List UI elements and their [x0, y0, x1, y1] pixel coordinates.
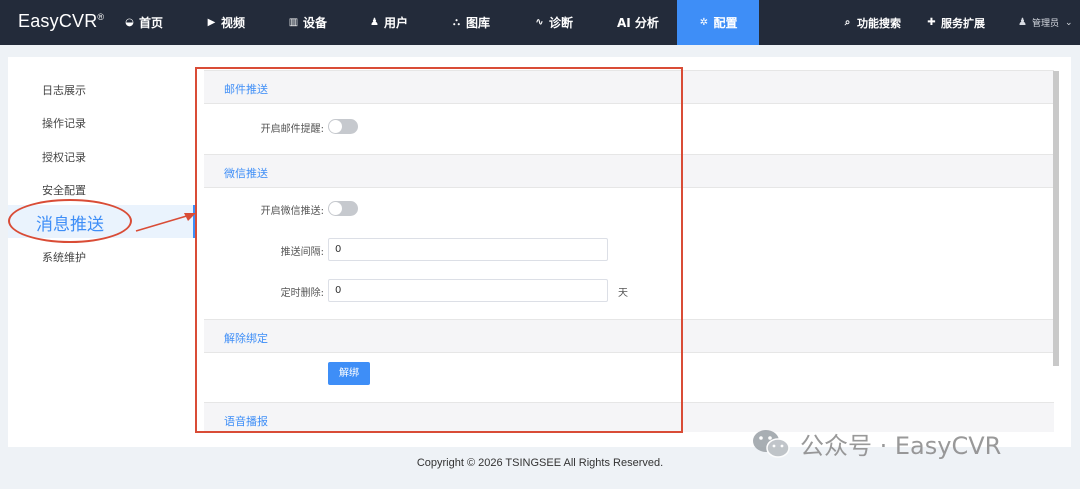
dashboard-icon: ◒ — [125, 17, 134, 28]
nav-label: 服务扩展 — [941, 16, 985, 30]
nav-label: 功能搜索 — [857, 16, 901, 30]
nav-item-device[interactable]: ▥ 设备 — [288, 0, 327, 45]
user-icon: ♟ — [1018, 17, 1027, 28]
gear-icon: ✲ — [699, 17, 709, 28]
nav-label: 配置 — [713, 16, 738, 30]
brand-mark: ® — [97, 12, 105, 22]
annotation-arrow — [135, 213, 196, 232]
feature-search-button[interactable]: ⌕ 功能搜索 — [842, 0, 901, 45]
watermark-text: 公众号 · EasyCVR — [800, 432, 1002, 460]
nav-item-ai[interactable]: AI 分析 — [617, 0, 659, 45]
play-icon: ▶ — [207, 17, 216, 28]
wechat-watermark: 公众号 · EasyCVR — [752, 426, 1001, 461]
puzzle-icon: ✚ — [927, 17, 936, 28]
nav-item-video[interactable]: ▶ 视频 — [206, 0, 245, 45]
annotation-ellipse — [8, 199, 132, 243]
nav-label: 首页 — [139, 16, 164, 30]
nav-label: 视频 — [221, 16, 246, 30]
top-navbar: EasyCVR® ◒ 首页 ▶ 视频 ▥ 设备 ♟ 用户 ⛬ 图库 ∿ 诊断 AI 分析 ✲… — [0, 0, 1080, 45]
sidebar-item-operations[interactable]: 操作记录 — [42, 115, 86, 131]
sidebar-item-security[interactable]: 安全配置 — [42, 182, 86, 198]
brand-name: EasyCVR — [18, 11, 98, 31]
gallery-icon: ⛬ — [453, 17, 460, 28]
device-icon: ▥ — [288, 17, 299, 28]
nav-label: AI 分析 — [617, 16, 659, 30]
sidebar-item-license[interactable]: 授权记录 — [42, 149, 86, 165]
nav-item-home[interactable]: ◒ 首页 — [124, 0, 163, 45]
nav-item-gallery[interactable]: ⛬ 图库 — [451, 0, 490, 45]
nav-label: 用户 — [384, 16, 409, 30]
nav-label: 图库 — [466, 16, 491, 30]
wechat-icon — [753, 429, 790, 458]
user-icon: ♟ — [370, 17, 379, 28]
brand-logo[interactable]: EasyCVR® — [18, 11, 104, 32]
chevron-down-icon: ⌄ — [1065, 17, 1073, 28]
content-scrollbar[interactable] — [1053, 71, 1059, 366]
annotation-highlight-box — [195, 67, 683, 433]
nav-item-user[interactable]: ♟ 用户 — [369, 0, 408, 45]
nav-label: 设备 — [303, 16, 328, 30]
sidebar-item-maintenance[interactable]: 系统维护 — [42, 249, 86, 265]
sidebar-item-logs[interactable]: 日志展示 — [42, 82, 86, 98]
pulse-icon: ∿ — [535, 17, 544, 28]
nav-item-config[interactable]: ✲ 配置 — [677, 0, 759, 45]
service-extension-button[interactable]: ✚ 服务扩展 — [926, 0, 985, 45]
nav-item-diagnose[interactable]: ∿ 诊断 — [534, 0, 573, 45]
user-name: 管理员 — [1032, 19, 1060, 29]
nav-label: 诊断 — [549, 16, 574, 30]
search-icon: ⌕ — [844, 17, 851, 28]
user-menu[interactable]: ♟ 管理员 ⌄ — [1017, 0, 1073, 45]
